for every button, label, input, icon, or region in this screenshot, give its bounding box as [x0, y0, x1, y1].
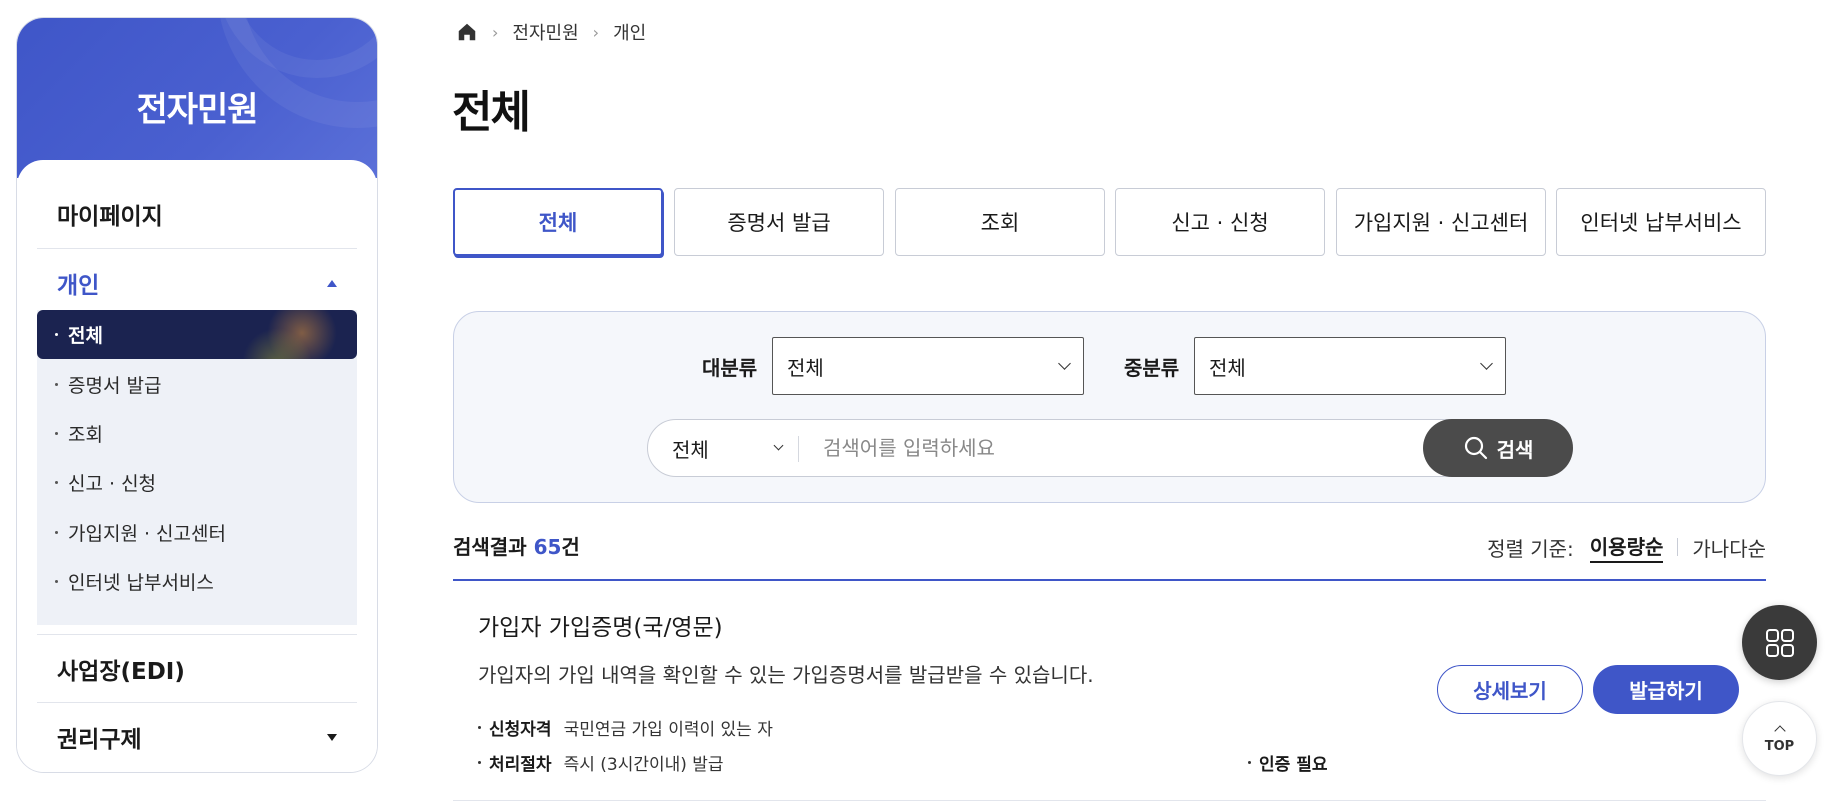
sidebar-item-label: 개인 [57, 273, 100, 299]
sort-label: 정렬 기준: [1487, 536, 1574, 561]
bullet-icon [55, 383, 58, 386]
search-panel: 대분류 전체 중분류 전체 전체 검색 [453, 311, 1766, 503]
meta-key: 처리절차 [489, 755, 552, 775]
chevron-down-icon [1480, 357, 1493, 370]
sort-by-usage[interactable]: 이용량순 [1589, 531, 1664, 563]
page-title: 전체 [452, 87, 531, 138]
home-icon[interactable] [456, 21, 478, 43]
search-button[interactable]: 검색 [1423, 419, 1573, 477]
breadcrumb: › 전자민원 › 개인 [456, 18, 646, 46]
bullet-icon [55, 481, 58, 484]
sort-options: 정렬 기준: 이용량순 가나다순 [1487, 531, 1766, 563]
sidebar-item-personal[interactable]: 개인 [37, 249, 357, 317]
results-prefix: 검색결과 [453, 535, 534, 559]
submenu-item-label: 증명서 발급 [68, 375, 162, 397]
submenu-item-certificate[interactable]: 증명서 발급 [37, 360, 357, 409]
sidebar-menu: 마이페이지 개인 전체 증명서 발급 조회 신고 · 신청 가입지원 · 신고센… [17, 160, 377, 772]
sidebar: 전자민원 마이페이지 개인 전체 증명서 발급 조회 신고 · 신청 가입지원 … [16, 17, 378, 773]
bullet-icon [55, 531, 58, 534]
submenu-item-label: 가입지원 · 신고센터 [68, 523, 226, 545]
sidebar-item-rights[interactable]: 권리구제 [37, 703, 357, 771]
sidebar-item-business[interactable]: 사업장(EDI) [37, 635, 357, 703]
tab-all[interactable]: 전체 [453, 188, 663, 256]
submenu-item-report[interactable]: 신고 · 신청 [37, 458, 357, 507]
tab-certificate[interactable]: 증명서 발급 [674, 188, 884, 256]
bullet-icon [1248, 761, 1251, 764]
result-item-eligibility: 신청자격 국민연금 가입 이력이 있는 자 [478, 715, 773, 740]
caret-down-icon [327, 733, 337, 741]
middle-category-select[interactable]: 전체 [1194, 337, 1506, 395]
select-value: 전체 [1209, 355, 1246, 380]
meta-key: 신청자격 [489, 720, 552, 740]
results-count: 검색결과 65건 [453, 531, 580, 560]
submenu-item-label: 인터넷 납부서비스 [68, 572, 214, 594]
meta-value: 즉시 (3시간이내) 발급 [563, 755, 724, 775]
results-suffix: 건 [561, 535, 580, 559]
caret-up-icon [327, 279, 337, 287]
search-bar: 전체 검색 [647, 419, 1573, 477]
result-item-auth: 인증 필요 [1248, 750, 1339, 775]
submenu-item-payment[interactable]: 인터넷 납부서비스 [37, 557, 357, 606]
meta-value: 국민연금 가입 이력이 있는 자 [563, 720, 773, 740]
submenu-item-all[interactable]: 전체 [37, 310, 357, 359]
sort-by-alphabetical[interactable]: 가나다순 [1692, 533, 1766, 562]
sidebar-item-label: 권리구제 [57, 727, 142, 753]
search-button-label: 검색 [1496, 437, 1534, 462]
divider [798, 436, 799, 462]
search-input[interactable] [823, 420, 1383, 476]
result-item-process: 처리절차 즉시 (3시간이내) 발급 [478, 750, 724, 775]
major-category-label: 대분류 [702, 356, 758, 380]
chevron-up-icon [1773, 725, 1786, 737]
submenu-item-inquiry[interactable]: 조회 [37, 409, 357, 458]
result-item-description: 가입자의 가입 내역을 확인할 수 있는 가입증명서를 발급받을 수 있습니다. [478, 663, 1094, 687]
breadcrumb-item[interactable]: 전자민원 [512, 19, 578, 45]
select-value: 전체 [672, 437, 709, 462]
submenu-item-label: 조회 [68, 424, 103, 446]
bullet-icon [478, 726, 481, 729]
submenu-item-support[interactable]: 가입지원 · 신고센터 [37, 508, 357, 557]
submenu-personal: 전체 증명서 발급 조회 신고 · 신청 가입지원 · 신고센터 인터넷 납부서… [37, 310, 357, 625]
submenu-item-label: 전체 [68, 325, 103, 347]
bullet-icon [478, 761, 481, 764]
quick-menu-button[interactable] [1742, 605, 1817, 680]
tab-inquiry[interactable]: 조회 [895, 188, 1105, 256]
tab-support[interactable]: 가입지원 · 신고센터 [1336, 188, 1546, 256]
select-value: 전체 [787, 355, 824, 380]
sidebar-item-mypage[interactable]: 마이페이지 [37, 180, 357, 248]
top-label: TOP [1764, 739, 1795, 754]
category-tabs: 전체 증명서 발급 조회 신고 · 신청 가입지원 · 신고센터 인터넷 납부서… [453, 188, 1766, 256]
results-number: 65 [533, 535, 562, 559]
auth-required-label: 인증 필요 [1259, 755, 1328, 775]
divider [1677, 538, 1679, 556]
item-divider [453, 800, 1766, 801]
bullet-icon [55, 333, 58, 336]
scroll-top-button[interactable]: TOP [1742, 701, 1817, 776]
bullet-icon [55, 580, 58, 583]
results-divider [453, 579, 1766, 581]
search-type-select[interactable]: 전체 [672, 420, 784, 476]
sidebar-title: 전자민원 [136, 90, 258, 130]
result-item-title[interactable]: 가입자 가입증명(국/영문) [478, 608, 723, 642]
middle-category-label: 중분류 [1124, 356, 1180, 380]
submenu-item-label: 신고 · 신청 [68, 473, 157, 495]
sidebar-item-label: 사업장(EDI) [57, 659, 185, 685]
sidebar-item-label: 마이페이지 [57, 204, 163, 230]
sidebar-header: 전자민원 [17, 18, 377, 178]
search-icon [1464, 436, 1487, 460]
issue-button[interactable]: 발급하기 [1593, 665, 1739, 714]
major-category-select[interactable]: 전체 [772, 337, 1084, 395]
tab-payment[interactable]: 인터넷 납부서비스 [1556, 188, 1766, 256]
tab-report[interactable]: 신고 · 신청 [1115, 188, 1325, 256]
chevron-down-icon [1058, 357, 1071, 370]
detail-button[interactable]: 상세보기 [1437, 665, 1583, 714]
chevron-down-icon [773, 440, 784, 451]
chevron-right-icon: › [592, 22, 600, 42]
bullet-icon [55, 432, 58, 435]
breadcrumb-item[interactable]: 개인 [613, 19, 646, 45]
grid-icon [1765, 628, 1794, 657]
chevron-right-icon: › [492, 22, 499, 42]
